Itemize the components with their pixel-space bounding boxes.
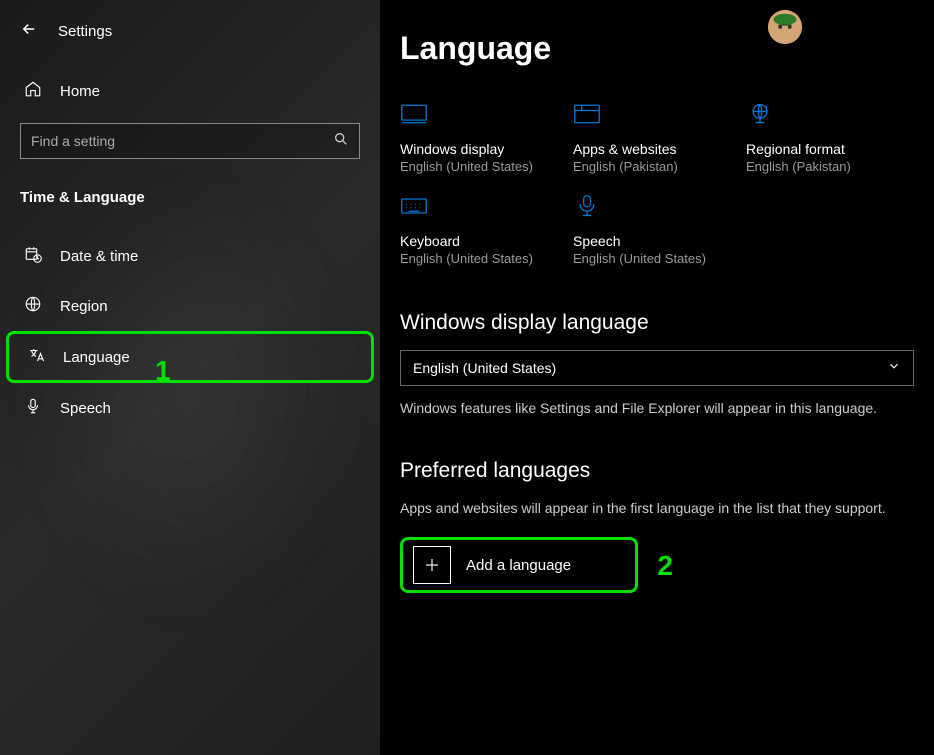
sidebar-item-speech[interactable]: Speech (0, 383, 380, 433)
tile-title: Windows display (400, 141, 565, 157)
main-panel: Language Windows display English (United… (380, 0, 934, 755)
sidebar-item-language[interactable]: Language (6, 331, 374, 383)
microphone-icon (573, 194, 738, 223)
tile-subtitle: English (Pakistan) (573, 159, 738, 174)
language-icon (27, 346, 45, 368)
display-language-dropdown[interactable]: English (United States) (400, 350, 914, 386)
sidebar-item-label: Speech (60, 400, 111, 417)
tile-title: Regional format (746, 141, 911, 157)
globe-stand-icon (746, 102, 911, 131)
avatar (766, 8, 804, 46)
tile-subtitle: English (United States) (573, 251, 738, 266)
tile-subtitle: English (Pakistan) (746, 159, 911, 174)
home-label: Home (60, 83, 100, 100)
add-language-button[interactable]: Add a language 2 (400, 537, 638, 593)
preferred-languages-section-title: Preferred languages (400, 459, 914, 483)
sidebar-item-label: Date & time (60, 248, 138, 265)
tile-title: Apps & websites (573, 141, 738, 157)
annotation-marker-1: 1 (155, 355, 171, 387)
tile-speech[interactable]: Speech English (United States) (573, 194, 738, 266)
back-arrow-icon[interactable] (20, 20, 38, 43)
app-title: Settings (58, 23, 112, 40)
language-tiles: Windows display English (United States) … (400, 102, 914, 266)
plus-icon (413, 546, 451, 584)
microphone-icon (24, 397, 42, 419)
sidebar-item-label: Language (63, 349, 130, 366)
add-language-label: Add a language (466, 557, 571, 574)
chevron-down-icon (887, 359, 901, 378)
search-box[interactable] (20, 123, 360, 159)
display-language-section-title: Windows display language (400, 311, 914, 335)
tile-apps-websites[interactable]: Apps & websites English (Pakistan) (573, 102, 738, 174)
header-row: Settings (0, 20, 380, 68)
display-language-help: Windows features like Settings and File … (400, 398, 900, 419)
sidebar-item-label: Region (60, 298, 108, 315)
home-nav[interactable]: Home (0, 68, 380, 123)
sidebar-item-date-time[interactable]: Date & time (0, 231, 380, 281)
tile-windows-display[interactable]: Windows display English (United States) (400, 102, 565, 174)
home-icon (24, 80, 42, 103)
dropdown-value: English (United States) (413, 360, 556, 376)
category-header: Time & Language (0, 189, 380, 231)
tile-title: Keyboard (400, 233, 565, 249)
window-icon (573, 102, 738, 131)
calendar-clock-icon (24, 245, 42, 267)
search-icon (333, 131, 349, 152)
tile-title: Speech (573, 233, 738, 249)
sidebar-item-region[interactable]: Region (0, 281, 380, 331)
globe-icon (24, 295, 42, 317)
preferred-languages-help: Apps and websites will appear in the fir… (400, 498, 900, 519)
keyboard-icon (400, 194, 565, 223)
tile-keyboard[interactable]: Keyboard English (United States) (400, 194, 565, 266)
sidebar: Settings Home Time & Language Date & tim… (0, 0, 380, 755)
monitor-icon (400, 102, 565, 131)
search-input[interactable] (31, 133, 333, 149)
tile-regional-format[interactable]: Regional format English (Pakistan) (746, 102, 911, 174)
tile-subtitle: English (United States) (400, 159, 565, 174)
annotation-marker-2: 2 (657, 550, 673, 582)
tile-subtitle: English (United States) (400, 251, 565, 266)
page-title: Language (400, 30, 914, 67)
